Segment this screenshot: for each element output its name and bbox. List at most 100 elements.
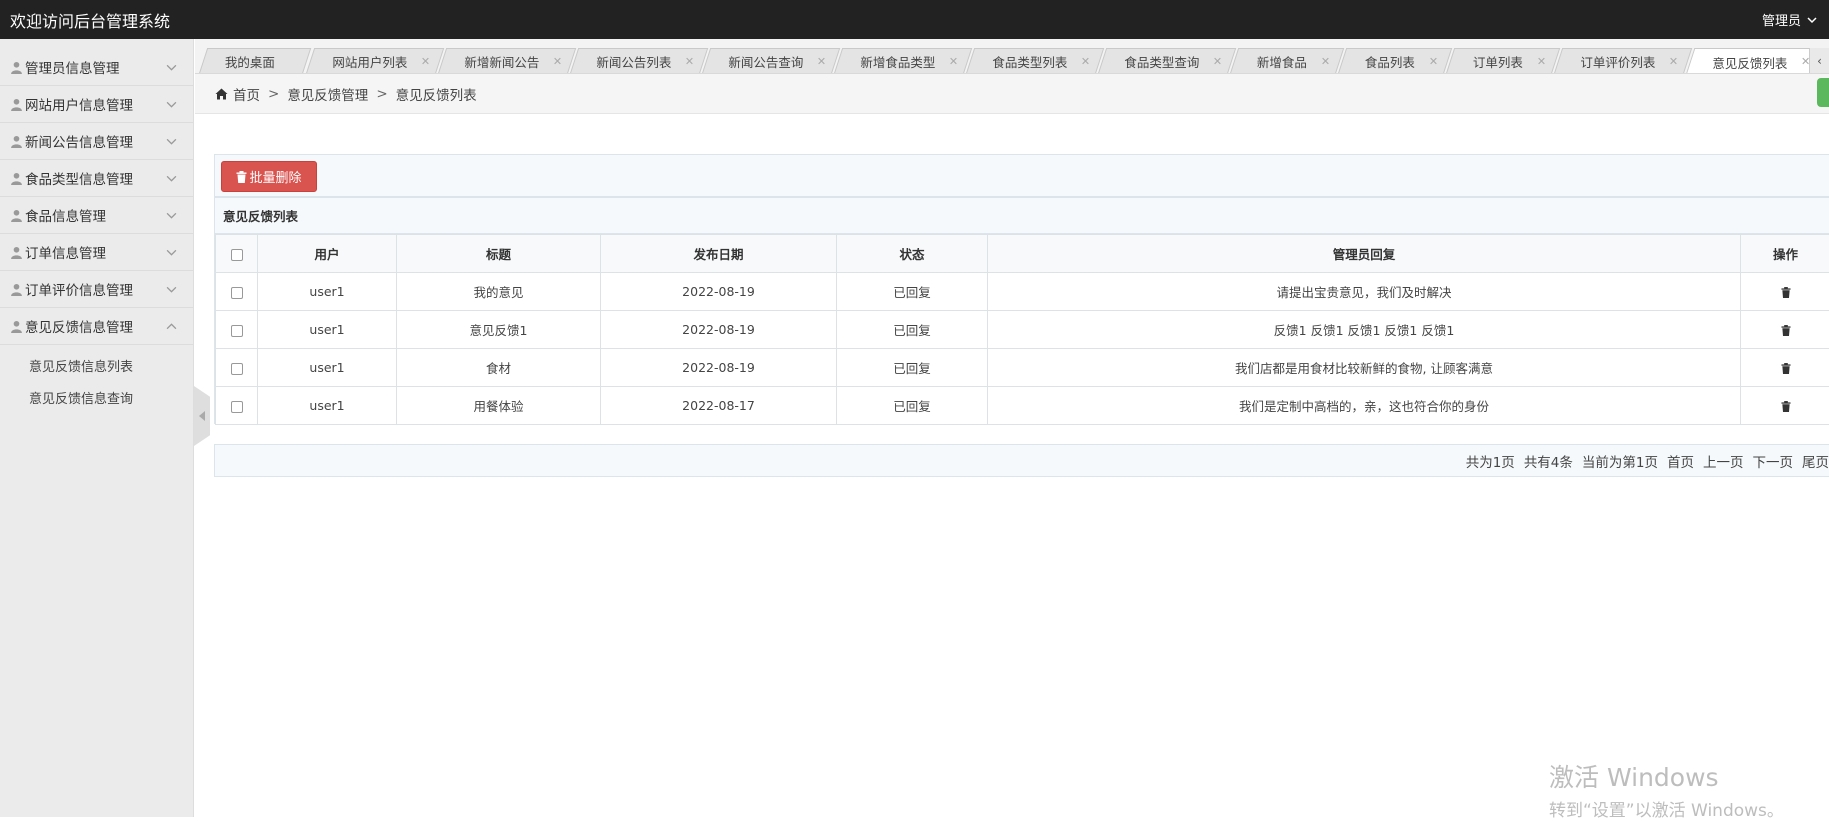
tab-close-icon[interactable]: ✕ — [1081, 55, 1090, 68]
breadcrumb-separator: > — [268, 86, 279, 102]
tab-close-icon[interactable]: ✕ — [553, 55, 562, 68]
select-all-checkbox[interactable] — [231, 249, 243, 261]
tab-close-icon[interactable]: ✕ — [685, 55, 694, 68]
cell-title: 我的意见 — [397, 273, 601, 311]
pager-first-link[interactable]: 首页 — [1667, 451, 1694, 471]
tab-site-user-list[interactable]: 网站用户列表 ✕ — [306, 48, 444, 74]
breadcrumb-home[interactable]: 首页 — [233, 84, 260, 104]
tab-label: 食品类型列表 — [971, 49, 1099, 74]
sidebar-item-order-reviews[interactable]: 订单评价信息管理 — [0, 271, 193, 308]
cell-user: user1 — [258, 387, 397, 425]
breadcrumb-separator: > — [376, 86, 387, 102]
row-checkbox[interactable] — [231, 363, 243, 375]
delete-icon[interactable] — [1781, 325, 1791, 336]
tab-food-type-list[interactable]: 食品类型列表 ✕ — [966, 48, 1104, 74]
sidebar-item-label: 食品类型信息管理 — [25, 168, 166, 188]
cell-date: 2022-08-17 — [601, 387, 837, 425]
sidebar-item-orders[interactable]: 订单信息管理 — [0, 234, 193, 271]
sidebar-item-food-types[interactable]: 食品类型信息管理 — [0, 160, 193, 197]
row-checkbox[interactable] — [231, 325, 243, 337]
sidebar-item-news[interactable]: 新闻公告信息管理 — [0, 123, 193, 160]
user-icon — [10, 172, 23, 185]
sidebar-item-feedback[interactable]: 意见反馈信息管理 — [0, 308, 193, 345]
table-header-row: 用户 标题 发布日期 状态 管理员回复 操作 — [216, 235, 1829, 273]
tab-add-news[interactable]: 新增新闻公告 ✕ — [438, 48, 576, 74]
tab-label: 意见反馈列表 — [1691, 49, 1819, 74]
sidebar-item-admin[interactable]: 管理员信息管理 — [0, 49, 193, 86]
cell-title: 食材 — [397, 349, 601, 387]
sidebar-item-site-users[interactable]: 网站用户信息管理 — [0, 86, 193, 123]
sidebar-item-label: 食品信息管理 — [25, 205, 166, 225]
tab-label: 我的桌面 — [204, 49, 306, 74]
tab-order-review-list[interactable]: 订单评价列表 ✕ — [1554, 48, 1692, 74]
delete-icon[interactable] — [1781, 287, 1791, 298]
tab-add-food-type[interactable]: 新增食品类型 ✕ — [834, 48, 972, 74]
toolbar: 批量删除 — [214, 154, 1829, 197]
cell-user: user1 — [258, 349, 397, 387]
tab-close-icon[interactable]: ✕ — [949, 55, 958, 68]
breadcrumb-section[interactable]: 意见反馈管理 — [287, 84, 368, 104]
tab-my-desktop[interactable]: 我的桌面 — [199, 48, 311, 74]
chevron-down-icon — [166, 247, 177, 258]
cell-reply: 我们店都是用食材比较新鲜的食物, 让顾客满意 — [988, 349, 1741, 387]
batch-delete-button[interactable]: 批量删除 — [221, 161, 317, 192]
sidebar-subitem-feedback-list[interactable]: 意见反馈信息列表 — [0, 349, 193, 381]
sidebar-subitem-feedback-query[interactable]: 意见反馈信息查询 — [0, 381, 193, 413]
tab-food-list[interactable]: 食品列表 ✕ — [1338, 48, 1452, 74]
tab-label: 新增食品类型 — [839, 49, 967, 74]
sidebar-item-label: 管理员信息管理 — [25, 57, 166, 77]
sidebar-item-food[interactable]: 食品信息管理 — [0, 197, 193, 234]
column-header: 管理员回复 — [988, 235, 1741, 273]
table-row: user1 我的意见 2022-08-19 已回复 请提出宝贵意见，我们及时解决 — [216, 273, 1829, 311]
pager-last-link[interactable]: 尾页 — [1802, 451, 1829, 471]
pager-total-count: 共有4条 — [1524, 451, 1573, 471]
pager-total-pages: 共为1页 — [1466, 451, 1515, 471]
tab-news-list[interactable]: 新闻公告列表 ✕ — [570, 48, 708, 74]
cell-date: 2022-08-19 — [601, 273, 837, 311]
app-title: 欢迎访问后台管理系统 — [10, 8, 170, 32]
tab-close-icon[interactable]: ✕ — [421, 55, 430, 68]
chevron-down-icon — [166, 173, 177, 184]
row-select-cell — [216, 349, 258, 387]
tab-news-query[interactable]: 新闻公告查询 ✕ — [702, 48, 840, 74]
tab-close-icon[interactable]: ✕ — [1213, 55, 1222, 68]
cell-reply: 反馈1 反馈1 反馈1 反馈1 反馈1 — [988, 311, 1741, 349]
row-checkbox[interactable] — [231, 287, 243, 299]
tab-close-icon[interactable]: ✕ — [817, 55, 826, 68]
tab-add-food[interactable]: 新增食品 ✕ — [1230, 48, 1344, 74]
windows-activation-watermark: 激活 Windows 转到“设置”以激活 Windows。 — [1549, 758, 1784, 821]
pager-current-page: 当前为第1页 — [1582, 451, 1658, 471]
pager-prev-link[interactable]: 上一页 — [1703, 451, 1744, 471]
pagination: 共为1页 共有4条 当前为第1页 首页 上一页 下一页 尾页 — [214, 444, 1829, 477]
row-checkbox[interactable] — [231, 401, 243, 413]
row-select-cell — [216, 273, 258, 311]
column-header: 用户 — [258, 235, 397, 273]
tab-scroll-left-button[interactable]: ‹ — [1809, 48, 1829, 74]
admin-user-menu[interactable]: 管理员 — [1762, 10, 1817, 29]
batch-delete-label: 批量删除 — [249, 167, 301, 186]
table-row: user1 食材 2022-08-19 已回复 我们店都是用食材比较新鲜的食物,… — [216, 349, 1829, 387]
pager-next-link[interactable]: 下一页 — [1753, 451, 1794, 471]
sidebar-item-label: 新闻公告信息管理 — [25, 131, 166, 151]
feedback-list-panel: 意见反馈列表 用户 标题 发布日期 状态 管理员回复 操作 user1 我的意见… — [214, 197, 1829, 424]
tab-bar: 我的桌面 网站用户列表 ✕ 新增新闻公告 ✕ 新闻公告列表 ✕ 新闻公告查询 ✕… — [195, 39, 1829, 74]
tab-feedback-list[interactable]: 意见反馈列表 ✕ — [1686, 48, 1825, 74]
refresh-button[interactable] — [1817, 78, 1829, 107]
sidebar-item-label: 订单评价信息管理 — [25, 279, 166, 299]
cell-status: 已回复 — [837, 349, 988, 387]
cell-actions — [1741, 311, 1829, 349]
chevron-left-icon: ‹ — [1817, 54, 1822, 68]
tab-food-type-query[interactable]: 食品类型查询 ✕ — [1098, 48, 1236, 74]
column-header: 标题 — [397, 235, 601, 273]
chevron-down-icon — [166, 210, 177, 221]
delete-icon[interactable] — [1781, 401, 1791, 412]
list-title: 意见反馈列表 — [215, 198, 1829, 234]
tab-close-icon[interactable]: ✕ — [1669, 55, 1678, 68]
chevron-up-icon — [166, 321, 177, 332]
sidebar-collapse-handle[interactable] — [194, 386, 210, 446]
delete-icon[interactable] — [1781, 363, 1791, 374]
tab-close-icon[interactable]: ✕ — [1537, 55, 1546, 68]
tab-order-list[interactable]: 订单列表 ✕ — [1446, 48, 1560, 74]
tab-close-icon[interactable]: ✕ — [1321, 55, 1330, 68]
tab-close-icon[interactable]: ✕ — [1429, 55, 1438, 68]
